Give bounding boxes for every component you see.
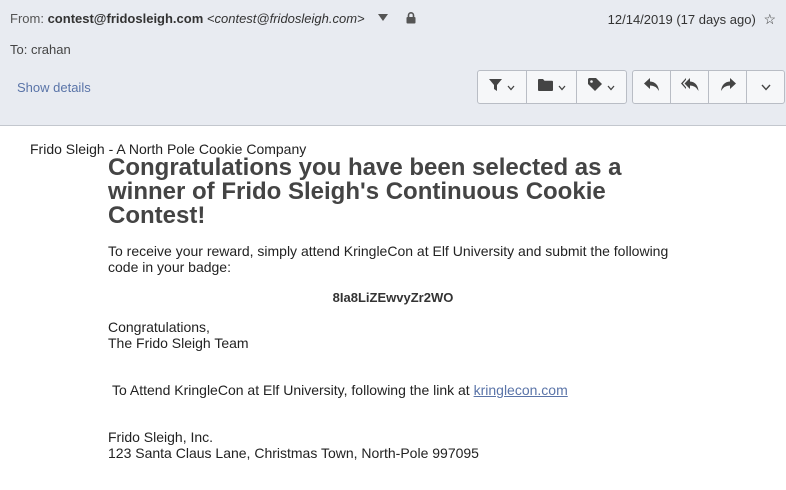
- chevron-down-icon: [507, 78, 515, 96]
- filter-icon: [489, 78, 502, 96]
- sign-off-line-1: Congratulations,: [108, 319, 210, 335]
- from-label: From:: [10, 11, 44, 26]
- footer-address: 123 Santa Claus Lane, Christmas Town, No…: [108, 445, 479, 461]
- reply-icon: [643, 78, 660, 96]
- show-details-link[interactable]: Show details: [17, 80, 91, 95]
- attend-text: To Attend KringleCon at Elf University, …: [112, 382, 474, 398]
- message-header: From: contest@fridosleigh.com <contest@f…: [0, 0, 786, 126]
- to-value[interactable]: crahan: [31, 42, 71, 57]
- reply-button[interactable]: [633, 71, 671, 103]
- tag-icon: [588, 78, 602, 96]
- message-actions-group: [477, 70, 627, 104]
- lock-icon: [406, 12, 416, 27]
- star-icon[interactable]: ☆: [763, 11, 776, 27]
- forward-button[interactable]: [709, 71, 747, 103]
- sign-off-line-2: The Frido Sleigh Team: [108, 335, 249, 351]
- chevron-down-icon: [558, 78, 566, 96]
- from-address[interactable]: contest@fridosleigh.com: [48, 11, 204, 26]
- more-actions-button[interactable]: [747, 71, 784, 103]
- date-text: 12/14/2019 (17 days ago): [607, 12, 756, 27]
- kringlecon-link[interactable]: kringlecon.com: [474, 382, 568, 398]
- from-line: From: contest@fridosleigh.com <contest@f…: [10, 11, 416, 27]
- email-headline: Congratulations you have been selected a…: [108, 154, 622, 229]
- company-footer: Frido Sleigh, Inc. 123 Santa Claus Lane,…: [108, 429, 479, 461]
- reply-actions-group: [632, 70, 785, 104]
- chevron-down-icon: [607, 78, 615, 96]
- from-full-address: <contest@fridosleigh.com>: [206, 11, 365, 26]
- folder-icon: [537, 78, 553, 96]
- tag-button[interactable]: [577, 71, 626, 103]
- reply-all-icon: [680, 78, 699, 96]
- sign-off: Congratulations, The Frido Sleigh Team: [108, 319, 249, 351]
- to-line: To: crahan: [10, 42, 71, 57]
- reply-all-button[interactable]: [671, 71, 709, 103]
- reward-code: 8Ia8LiZEwvyZr2WO: [332, 290, 454, 305]
- forward-icon: [720, 78, 736, 96]
- chevron-down-icon: [760, 78, 771, 96]
- message-date: 12/14/2019 (17 days ago) ☆: [608, 11, 776, 28]
- attend-line: To Attend KringleCon at Elf University, …: [112, 382, 568, 398]
- move-to-folder-button[interactable]: [527, 71, 577, 103]
- triangle-down-icon[interactable]: [378, 14, 389, 21]
- to-label: To:: [10, 42, 28, 57]
- filter-button[interactable]: [478, 71, 527, 103]
- instructions-paragraph: To receive your reward, simply attend Kr…: [108, 243, 669, 275]
- footer-company-name: Frido Sleigh, Inc.: [108, 429, 214, 445]
